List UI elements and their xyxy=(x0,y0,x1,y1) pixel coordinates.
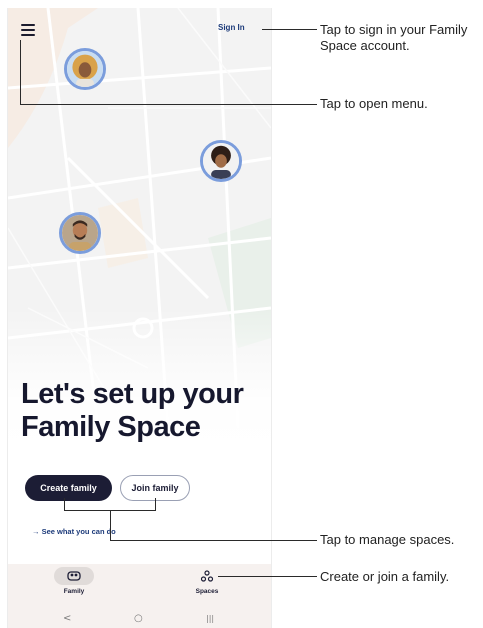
avatar xyxy=(200,140,242,182)
callout-line xyxy=(262,29,317,30)
nav-item-label: Spaces xyxy=(195,588,219,595)
sign-in-link[interactable]: Sign In xyxy=(218,23,245,32)
create-family-button[interactable]: Create family xyxy=(25,475,112,501)
callout-line xyxy=(110,510,111,540)
callout-signin: Tap to sign in your Family Space account… xyxy=(320,22,468,53)
bottom-nav: Family Spaces xyxy=(8,564,271,612)
spaces-icon xyxy=(200,570,214,582)
see-what-you-can-do-link[interactable]: → See what you can do xyxy=(32,527,116,536)
hamburger-menu-icon[interactable] xyxy=(21,24,35,36)
system-nav-bar: < ○ ||| xyxy=(8,612,271,628)
avatar xyxy=(59,212,101,254)
page-title: Let's set up your Family Space xyxy=(21,378,244,443)
phone-screen: Sign In Let's set up your Family Space C… xyxy=(7,8,272,628)
callout-line xyxy=(20,40,21,105)
avatar xyxy=(64,48,106,90)
recents-button[interactable]: ||| xyxy=(206,614,214,623)
callout-line xyxy=(20,104,317,105)
nav-item-family[interactable]: Family xyxy=(44,564,104,595)
callout-manage: Tap to manage spaces. xyxy=(320,532,455,547)
back-button[interactable]: < xyxy=(63,613,71,624)
nav-item-label: Family xyxy=(63,588,85,595)
nav-item-spaces[interactable]: Spaces xyxy=(177,564,237,595)
callout-create: Create or join a family. xyxy=(320,569,450,584)
callout-menu: Tap to open menu. xyxy=(320,96,428,111)
callout-line xyxy=(155,498,156,510)
home-button[interactable]: ○ xyxy=(134,613,143,624)
family-icon xyxy=(67,571,81,581)
callout-line xyxy=(64,498,65,510)
callout-line xyxy=(110,540,317,541)
callout-line xyxy=(218,576,317,577)
